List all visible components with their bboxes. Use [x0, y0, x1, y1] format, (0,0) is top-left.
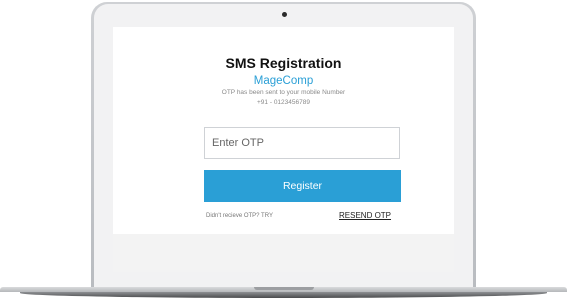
laptop-screen: SMS Registration MageComp OTP has been s…: [113, 27, 454, 272]
screen-footer: [113, 234, 454, 272]
otp-input[interactable]: [204, 127, 400, 159]
laptop-notch: [254, 287, 314, 290]
brand-name: MageComp: [253, 75, 314, 87]
register-button[interactable]: Register: [204, 170, 401, 202]
phone-number: +91 - 0123456789: [257, 99, 310, 106]
didnt-receive-otp-text: Didn't recieve OTP? TRY: [206, 213, 273, 219]
page-title: SMS Registration: [225, 55, 342, 71]
laptop-base-shadow: [20, 292, 547, 298]
otp-sent-message: OTP has been sent to your mobile Number: [221, 89, 346, 96]
resend-otp-link[interactable]: RESEND OTP: [339, 211, 391, 220]
webcam-icon: [282, 12, 287, 17]
